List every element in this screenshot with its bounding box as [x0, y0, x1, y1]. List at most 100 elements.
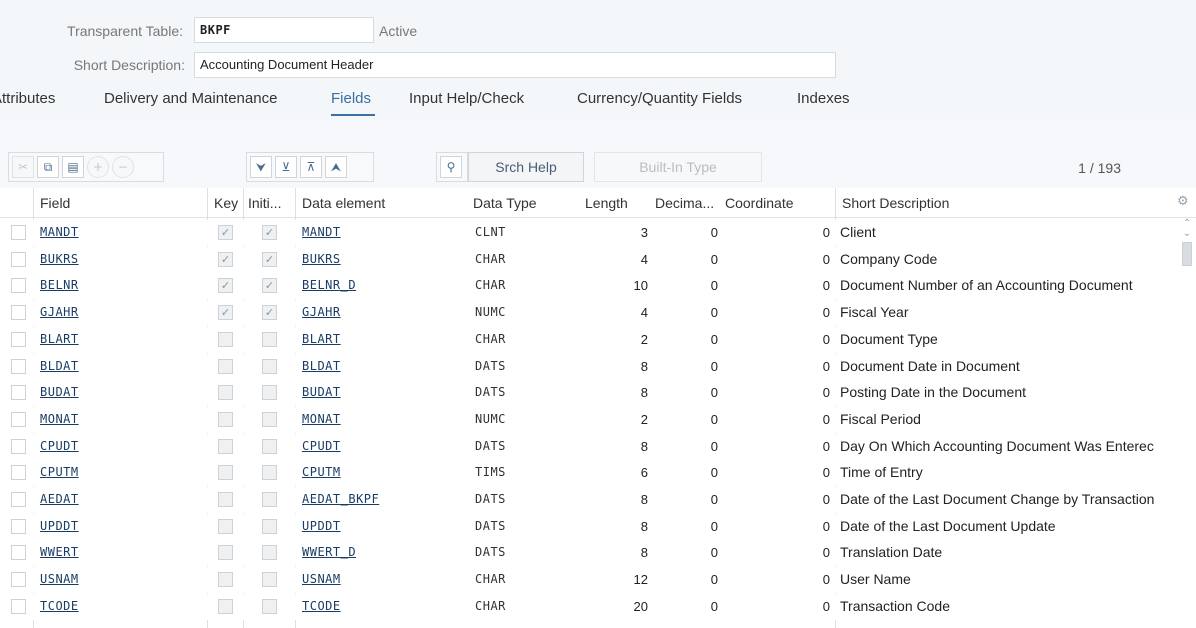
tab-input-help-check[interactable]: Input Help/Check	[409, 90, 524, 107]
table-row[interactable]: WWERT WWERT_D DATS 8 0 0 Translation Date	[0, 540, 1176, 567]
key-checkbox[interactable]: ✓	[218, 278, 233, 294]
field-name[interactable]: USNAM	[40, 572, 79, 586]
column-decimals[interactable]: Decima...	[655, 195, 714, 211]
key-checkbox[interactable]	[218, 518, 233, 534]
initial-values-checkbox[interactable]: ✓	[262, 225, 277, 240]
table-row[interactable]: MANDT ✓ ✓ MANDT CLNT 3 0 0 Client	[0, 220, 1176, 246]
column-data-element[interactable]: Data element	[302, 195, 385, 211]
field-name[interactable]: AEDAT	[40, 492, 79, 506]
field-name[interactable]: GJAHR	[40, 305, 79, 319]
gear-icon[interactable]: ⚙	[1177, 194, 1193, 210]
key-checkbox[interactable]	[218, 465, 233, 481]
data-element-link[interactable]: UPDDT	[302, 519, 341, 533]
table-row[interactable]: BUDAT BUDAT DATS 8 0 0 Posting Date in the Doc…	[0, 380, 1176, 407]
table-row[interactable]: CPUDT CPUDT DATS 8 0 0 Day On Which Accounting…	[0, 433, 1176, 460]
initial-values-checkbox[interactable]	[262, 411, 277, 427]
field-name[interactable]: WWERT	[40, 545, 79, 559]
tab-indexes[interactable]: Indexes	[797, 90, 850, 107]
table-row[interactable]: UPDDT UPDDT DATS 8 0 0 Date of the Last Docume…	[0, 513, 1176, 540]
row-select-checkbox[interactable]	[11, 545, 26, 561]
tab-delivery-and-maintenance[interactable]: Delivery and Maintenance	[104, 90, 277, 107]
tab-currency-quantity-fields[interactable]: Currency/Quantity Fields	[577, 90, 742, 107]
data-element-link[interactable]: BLDAT	[302, 359, 341, 373]
row-select-checkbox[interactable]	[11, 331, 26, 347]
paste-icon[interactable]: ▤	[62, 156, 84, 178]
table-row[interactable]: AEDAT AEDAT_BKPF DATS 8 0 0 Date of the Last D…	[0, 487, 1176, 513]
initial-values-checkbox[interactable]	[262, 358, 277, 374]
initial-values-checkbox[interactable]	[262, 331, 277, 347]
data-element-link[interactable]: CPUDT	[302, 439, 341, 453]
field-name[interactable]: MANDT	[40, 225, 79, 239]
table-row[interactable]: MONAT MONAT NUMC 2 0 0 Fiscal Period	[0, 406, 1176, 433]
row-select-checkbox[interactable]	[11, 465, 26, 481]
table-row[interactable]: CPUTM CPUTM TIMS 6 0 0 Time of Entry	[0, 460, 1176, 487]
search-icon[interactable]: ⚲	[440, 156, 462, 178]
copy-icon[interactable]: ⧉	[37, 156, 59, 178]
initial-values-checkbox[interactable]	[262, 465, 277, 481]
field-name[interactable]: BELNR	[40, 278, 79, 292]
expand-up-icon[interactable]: ⮝	[325, 156, 347, 178]
field-name[interactable]: CPUTM	[40, 465, 79, 479]
column-data-type[interactable]: Data Type	[473, 195, 537, 211]
initial-values-checkbox[interactable]	[262, 545, 277, 561]
row-select-checkbox[interactable]	[11, 305, 26, 321]
cut-icon[interactable]: ✂	[12, 156, 34, 178]
key-checkbox[interactable]	[218, 572, 233, 588]
data-element-link[interactable]: BUDAT	[302, 385, 341, 399]
column-initial[interactable]: Initi...	[248, 195, 281, 211]
vertical-scrollbar[interactable]: ⌃ ⌄	[1180, 218, 1194, 628]
field-name[interactable]: UPDDT	[40, 519, 79, 533]
tab-attributes[interactable]: Attributes	[0, 90, 55, 107]
column-field[interactable]: Field	[40, 195, 70, 211]
insert-row-icon[interactable]: +	[87, 156, 109, 178]
data-element-link[interactable]: BELNR_D	[302, 278, 356, 292]
data-element-link[interactable]: WWERT_D	[302, 545, 356, 559]
key-checkbox[interactable]: ✓	[218, 251, 233, 267]
row-select-checkbox[interactable]	[11, 225, 26, 240]
key-checkbox[interactable]: ✓	[218, 225, 233, 240]
field-name[interactable]: CPUDT	[40, 439, 79, 453]
tab-fields[interactable]: Fields	[331, 90, 371, 107]
data-element-link[interactable]: USNAM	[302, 572, 341, 586]
move-up-icon[interactable]: ⊼	[300, 156, 322, 178]
key-checkbox[interactable]	[218, 492, 233, 507]
initial-values-checkbox[interactable]: ✓	[262, 278, 277, 294]
data-element-link[interactable]: GJAHR	[302, 305, 341, 319]
row-select-checkbox[interactable]	[11, 438, 26, 454]
table-row[interactable]: USNAM USNAM CHAR 12 0 0 User Name	[0, 567, 1176, 594]
data-element-link[interactable]: CPUTM	[302, 465, 341, 479]
scrollbar-thumb[interactable]	[1182, 242, 1192, 266]
row-select-checkbox[interactable]	[11, 385, 26, 401]
short-description-field[interactable]: Accounting Document Header	[194, 52, 836, 78]
row-select-checkbox[interactable]	[11, 518, 26, 534]
row-select-checkbox[interactable]	[11, 492, 26, 507]
initial-values-checkbox[interactable]	[262, 598, 277, 614]
table-row[interactable]: TCODE TCODE CHAR 20 0 0 Transaction Code	[0, 593, 1176, 620]
key-checkbox[interactable]: ✓	[218, 305, 233, 321]
data-element-link[interactable]: BUKRS	[302, 252, 341, 266]
key-checkbox[interactable]	[218, 358, 233, 374]
move-down-icon[interactable]: ⊻	[275, 156, 297, 178]
column-coordinate[interactable]: Coordinate	[725, 195, 794, 211]
table-row[interactable]: GJAHR ✓ ✓ GJAHR NUMC 4 0 0 Fiscal Year	[0, 300, 1176, 327]
initial-values-checkbox[interactable]	[262, 518, 277, 534]
data-element-link[interactable]: AEDAT_BKPF	[302, 492, 379, 506]
field-name[interactable]: BLDAT	[40, 359, 79, 373]
row-select-checkbox[interactable]	[11, 411, 26, 427]
expand-down-icon[interactable]: ⮟	[250, 156, 272, 178]
data-element-link[interactable]: MANDT	[302, 225, 341, 239]
row-select-checkbox[interactable]	[11, 598, 26, 614]
key-checkbox[interactable]	[218, 438, 233, 454]
key-checkbox[interactable]	[218, 331, 233, 347]
key-checkbox[interactable]	[218, 545, 233, 561]
initial-values-checkbox[interactable]: ✓	[262, 305, 277, 321]
row-select-checkbox[interactable]	[11, 251, 26, 267]
row-select-checkbox[interactable]	[11, 278, 26, 294]
table-row[interactable]: BUKRS ✓ ✓ BUKRS CHAR 4 0 0 Company Code	[0, 246, 1176, 273]
initial-values-checkbox[interactable]: ✓	[262, 251, 277, 267]
initial-values-checkbox[interactable]	[262, 438, 277, 454]
initial-values-checkbox[interactable]	[262, 385, 277, 401]
row-select-checkbox[interactable]	[11, 572, 26, 588]
column-key[interactable]: Key	[214, 195, 238, 211]
table-row[interactable]: BLDAT BLDAT DATS 8 0 0 Document Date in Docume…	[0, 353, 1176, 380]
